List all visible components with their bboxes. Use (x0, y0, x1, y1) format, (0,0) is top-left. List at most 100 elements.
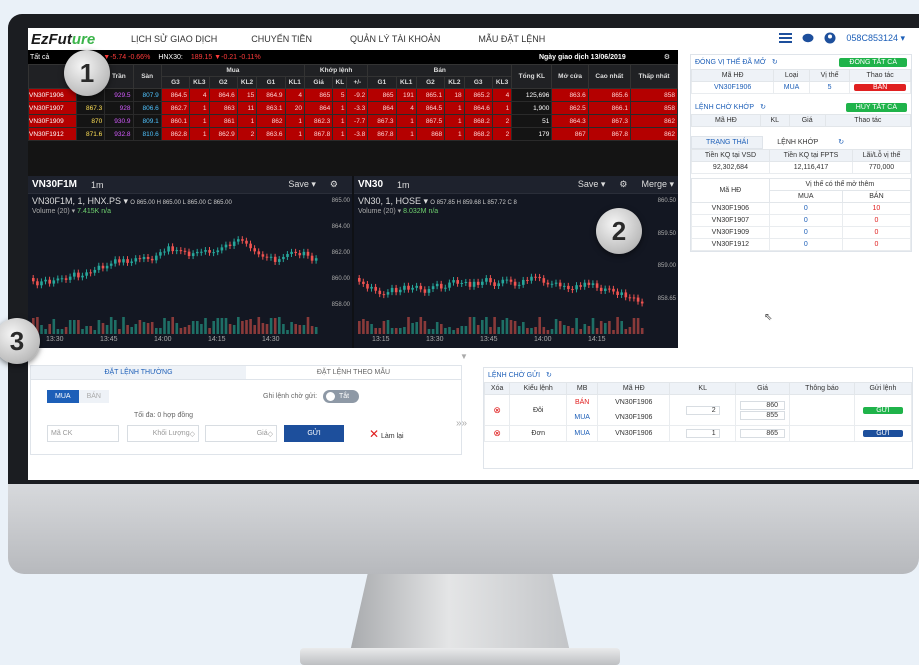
volume-bar (538, 317, 541, 334)
volume-bar (253, 325, 256, 334)
candle (489, 278, 492, 283)
volume-bar (604, 323, 607, 334)
candle (435, 283, 439, 287)
volume-bar (208, 328, 211, 334)
volume-bar (40, 325, 43, 334)
volume-bar (620, 321, 623, 334)
volume-bar (114, 320, 117, 334)
candle (427, 289, 431, 293)
gear-icon[interactable]: ⚙ (619, 179, 627, 190)
volume-bar (212, 321, 215, 334)
candle (224, 244, 228, 248)
tab-status[interactable]: TRẠNG THÁI (691, 135, 764, 149)
candle (52, 280, 56, 284)
price-stepper[interactable]: 855 (740, 410, 786, 420)
quantity-stepper[interactable]: 2 (685, 405, 720, 415)
board-row[interactable]: VN30F1906 929.5 807.9 864.5 4 864.6 15 864.9 4 86… (28, 88, 679, 102)
quantity-input[interactable]: Khối Lượng ◇ (127, 425, 199, 442)
volume-bar (485, 317, 488, 334)
candle (374, 286, 377, 291)
volume-bar (501, 320, 505, 334)
tab-normal-order[interactable]: ĐẶT LỆNH THƯỜNG (31, 366, 246, 379)
refresh-icon[interactable]: ↻ (546, 371, 552, 379)
volume-bar (81, 329, 84, 334)
buy-tab-button[interactable]: MUA (47, 390, 79, 403)
candle (444, 287, 447, 289)
send-order-button[interactable]: GỬI (284, 425, 344, 442)
nav-account[interactable]: QUẢN LÝ TÀI KHOẢN (324, 34, 452, 44)
delete-icon[interactable]: ⊗ (493, 405, 501, 415)
chat-icon[interactable] (802, 33, 814, 44)
board-row[interactable]: VN30F1912 871.6 932.8 810.6 862.8 1 862.9 2 863.… (28, 127, 679, 141)
volume-bar (612, 330, 615, 334)
gear-icon[interactable]: ⚙ (330, 179, 338, 190)
refresh-icon[interactable]: ↻ (760, 103, 766, 111)
settings-icon[interactable]: ⚙ (664, 53, 670, 61)
menu-icon[interactable] (779, 33, 793, 43)
user-icon[interactable] (824, 32, 836, 44)
refresh-icon[interactable]: ↻ (772, 58, 778, 66)
chart-vn30f1m[interactable]: VN30F1M 1m Save ▾ ⚙ VN30F1M, 1, HNX.PS ▾ O … (28, 176, 352, 348)
tab-matched[interactable]: LỆNH KHỚP (763, 137, 832, 148)
board-row[interactable]: VN30F1909 870 930.9 809.1 860.1 1 861 1 862 1 862.… (28, 114, 679, 128)
nav-transfer[interactable]: CHUYỂN TIỀN (229, 34, 324, 44)
candle (534, 276, 537, 278)
volume-bar (468, 317, 472, 334)
volume-bar (403, 327, 406, 334)
table-row: VN30F1906 0 10 (691, 202, 912, 215)
sell-tab-button[interactable]: BÁN (78, 390, 109, 403)
delete-icon[interactable]: ⊗ (493, 428, 501, 438)
candle (73, 272, 76, 277)
volume-bar (89, 326, 92, 334)
pending-row: ⊗ Đơn MUA VN30F1906 1 865 GỬI (483, 425, 913, 442)
volume-bar (269, 318, 273, 334)
refresh-icon[interactable]: ↻ (838, 138, 844, 146)
candle (616, 291, 619, 295)
volume-bar (374, 328, 377, 334)
candle (448, 282, 451, 288)
filter-label[interactable]: Tất cả (30, 54, 49, 61)
volume-bar (179, 328, 183, 334)
candle (228, 244, 232, 246)
tab-template-order[interactable]: ĐẶT LỆNH THEO MẪU (246, 366, 461, 379)
volume-bar (390, 328, 394, 334)
cancel-all-button[interactable]: HỦY TẤT CẢ (845, 102, 907, 112)
candle (608, 288, 611, 290)
volume-bar (505, 318, 509, 334)
send-pending-button[interactable]: GỬI (862, 406, 903, 414)
chart-vn30[interactable]: VN30 1m Save ▾ ⚙ Merge ▾ VN30, 1, HOSE ▾ O 8… (354, 176, 678, 348)
quantity-stepper[interactable]: 1 (685, 429, 720, 438)
volume-bar (509, 320, 513, 334)
nav-templates[interactable]: MẪU ĐẶT LỆNH (452, 34, 557, 44)
candle (216, 250, 220, 253)
account-id[interactable]: 058C853124 ▾ (846, 33, 905, 44)
y-tick-label: 860.50 (657, 198, 676, 204)
volume-bar (142, 322, 146, 334)
collapse-arrow-icon[interactable]: ▼ (460, 352, 468, 361)
charts-area: VN30F1M 1m Save ▾ ⚙ VN30F1M, 1, HNX.PS ▾ O … (28, 176, 678, 348)
volume-bar (232, 325, 236, 334)
price-input[interactable]: Giá ◇ (205, 425, 277, 442)
volume-bar (579, 329, 582, 334)
candle (171, 246, 174, 252)
volume-bar (595, 328, 599, 334)
sell-position-button[interactable]: BÁN (854, 84, 906, 91)
price-stepper[interactable]: 865 (740, 429, 786, 438)
volume-bar (407, 317, 410, 334)
candle (187, 251, 191, 257)
callout-2: 2 (596, 208, 642, 254)
volume-bar (109, 317, 113, 334)
symbol-input[interactable]: Mã CK (47, 425, 119, 442)
board-row[interactable]: VN30F1907 867.3 928 806.6 862.7 1 863 11 863.1 20… (28, 101, 679, 115)
candle (183, 250, 187, 252)
price-stepper[interactable]: 860 (740, 400, 786, 410)
reset-button[interactable]: ✕ Làm lại (369, 427, 404, 441)
close-all-button[interactable]: ĐÓNG TẤT CẢ (839, 57, 907, 67)
candles-chart1[interactable] (28, 218, 324, 334)
pending-toggle[interactable]: Tắt (323, 390, 359, 403)
send-pending-button[interactable]: GỬI (862, 430, 903, 437)
candle (64, 278, 68, 280)
y-tick-label: 864.00 (331, 224, 350, 230)
logo[interactable]: EzFuture (31, 31, 119, 48)
nav-history[interactable]: LỊCH SỬ GIAO DỊCH (119, 34, 229, 44)
